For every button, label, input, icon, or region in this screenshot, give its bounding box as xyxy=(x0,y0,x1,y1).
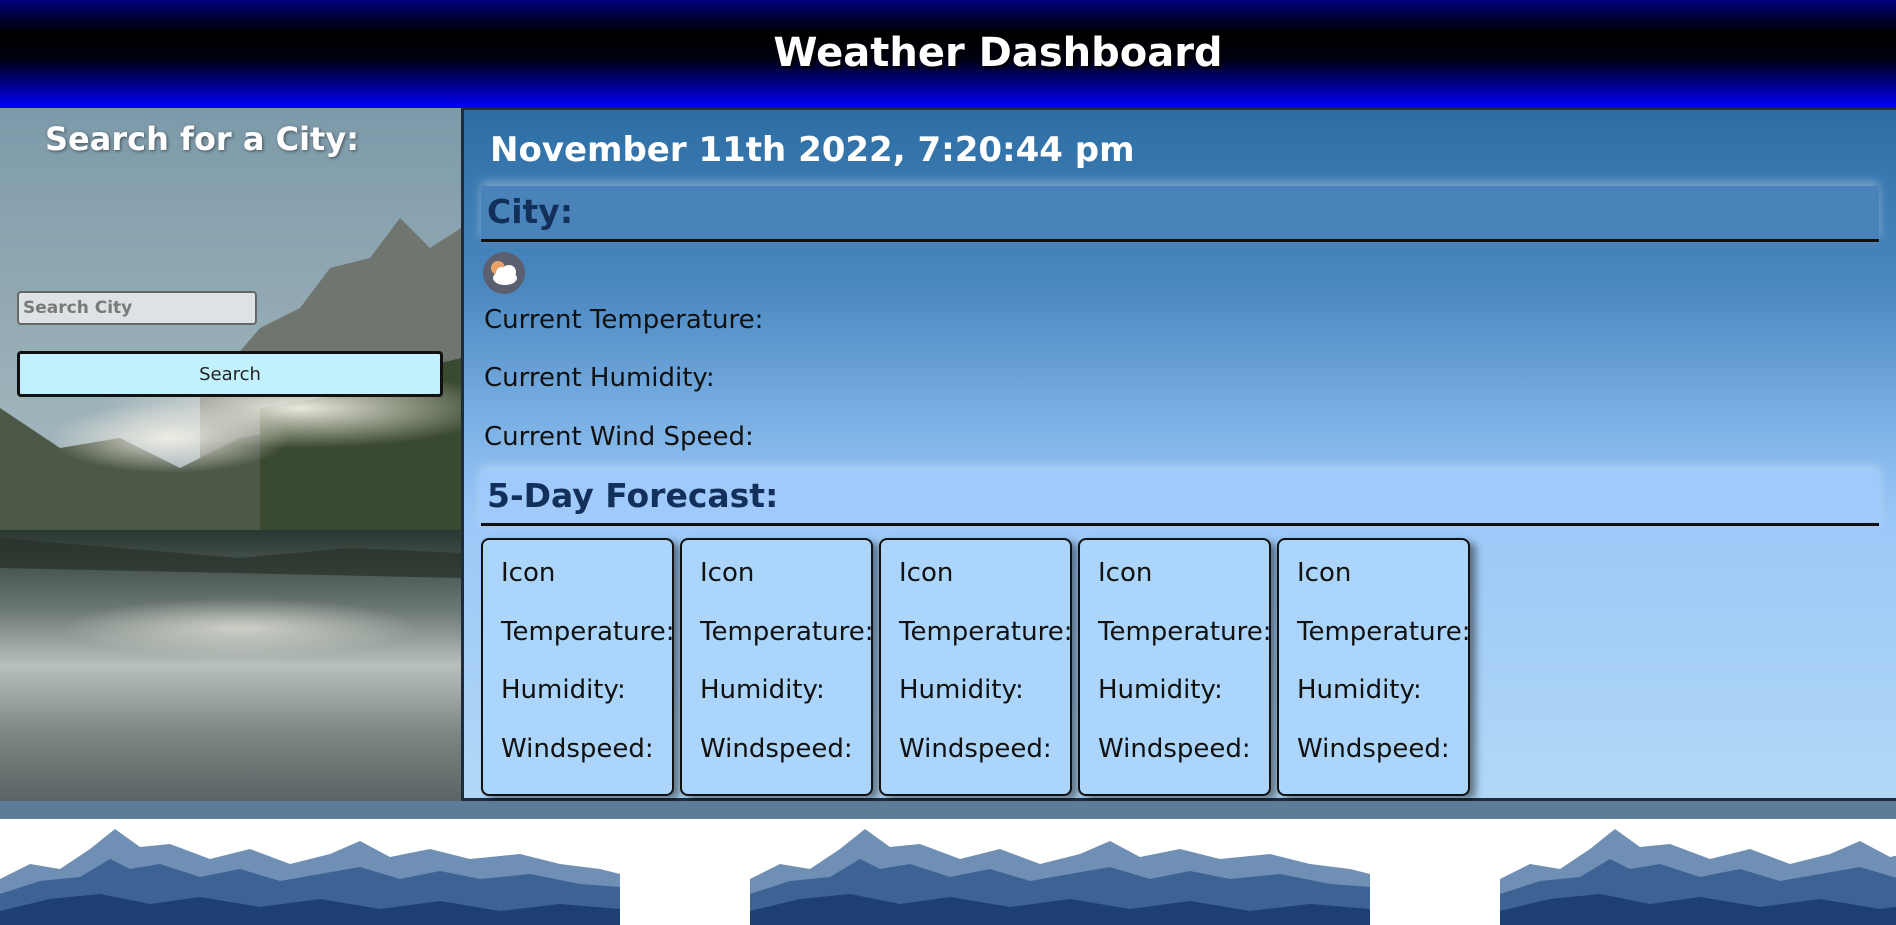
forecast-card: Icon Temperature: Humidity: Windspeed: xyxy=(879,538,1072,796)
forecast-icon-label: Icon xyxy=(501,558,556,588)
forecast-humidity: Humidity: xyxy=(1098,675,1223,705)
forecast-windspeed: Windspeed: xyxy=(1297,734,1450,764)
current-humidity: Current Humidity: xyxy=(484,363,715,393)
current-temperature: Current Temperature: xyxy=(484,305,764,335)
forecast-windspeed: Windspeed: xyxy=(899,734,1052,764)
city-header-bar: City: xyxy=(481,186,1879,242)
current-datetime: November 11th 2022, 7:20:44 pm xyxy=(490,130,1135,170)
forecast-card: Icon Temperature: Humidity: Windspeed: xyxy=(1078,538,1271,796)
forecast-temperature: Temperature: xyxy=(501,617,675,647)
search-heading: Search for a City: xyxy=(45,120,359,158)
forecast-icon-label: Icon xyxy=(1297,558,1352,588)
forecast-temperature: Temperature: xyxy=(1297,617,1471,647)
forecast-humidity: Humidity: xyxy=(501,675,626,705)
forecast-humidity: Humidity: xyxy=(700,675,825,705)
city-label: City: xyxy=(487,192,574,231)
forecast-icon-label: Icon xyxy=(1098,558,1153,588)
mountain-footer-image xyxy=(0,819,1896,925)
forecast-humidity: Humidity: xyxy=(899,675,1024,705)
forecast-card: Icon Temperature: Humidity: Windspeed: xyxy=(680,538,873,796)
forecast-icon-label: Icon xyxy=(899,558,954,588)
search-input[interactable] xyxy=(17,291,257,325)
app-header: Weather Dashboard xyxy=(0,0,1896,108)
forecast-heading: 5-Day Forecast: xyxy=(487,476,779,515)
forecast-windspeed: Windspeed: xyxy=(501,734,654,764)
search-sidebar: Search for a City: Search xyxy=(0,108,461,801)
forecast-card: Icon Temperature: Humidity: Windspeed: xyxy=(1277,538,1470,796)
mountain-lake-background-image xyxy=(0,108,461,801)
forecast-card: Icon Temperature: Humidity: Windspeed: xyxy=(481,538,674,796)
forecast-windspeed: Windspeed: xyxy=(700,734,853,764)
forecast-temperature: Temperature: xyxy=(1098,617,1272,647)
forecast-header-bar: 5-Day Forecast: xyxy=(481,470,1879,526)
page-title: Weather Dashboard xyxy=(773,30,1223,76)
forecast-windspeed: Windspeed: xyxy=(1098,734,1251,764)
current-wind-speed: Current Wind Speed: xyxy=(484,422,754,452)
forecast-temperature: Temperature: xyxy=(700,617,874,647)
partly-cloudy-night-icon xyxy=(483,252,525,294)
search-button[interactable]: Search xyxy=(17,351,443,397)
footer-divider xyxy=(0,801,1896,819)
weather-main-panel: November 11th 2022, 7:20:44 pm City: Cur… xyxy=(461,108,1896,801)
forecast-temperature: Temperature: xyxy=(899,617,1073,647)
forecast-humidity: Humidity: xyxy=(1297,675,1422,705)
forecast-icon-label: Icon xyxy=(700,558,755,588)
